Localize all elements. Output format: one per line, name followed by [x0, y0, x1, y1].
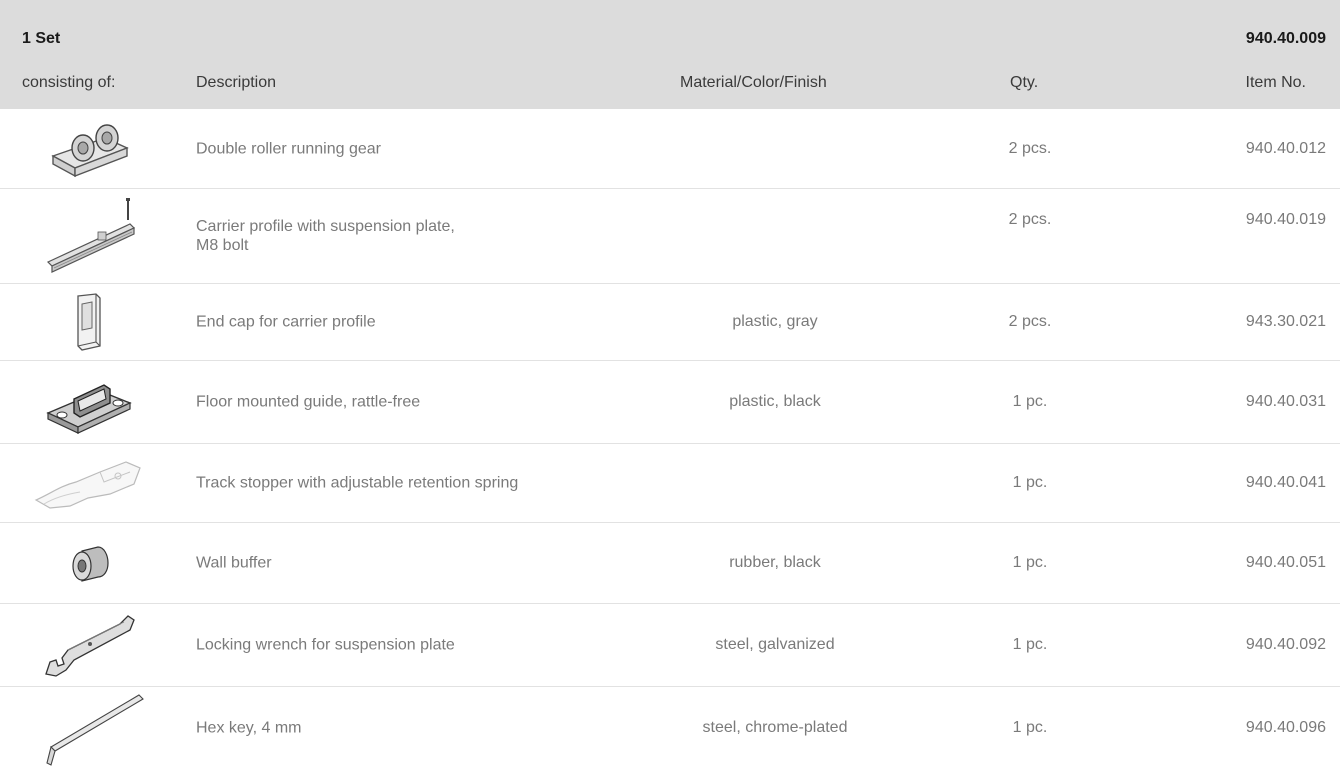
- track-stopper-icon: [30, 444, 150, 522]
- table-row: Carrier profile with suspension plate, M…: [0, 189, 1340, 284]
- row-material: plastic, black: [729, 393, 821, 410]
- table-row: Double roller running gear 2 pcs. 940.40…: [0, 110, 1340, 189]
- row-item-no: 940.40.012: [1245, 140, 1326, 157]
- row-description: Floor mounted guide, rattle-free: [196, 393, 421, 411]
- row-qty: 2 pcs.: [1008, 313, 1052, 330]
- column-header-description: Description: [196, 74, 277, 91]
- row-description: Hex key, 4 mm: [196, 719, 302, 736]
- parts-list-sheet: 1 Set 940.40.009 consisting of: Descript…: [0, 0, 1340, 768]
- row-description: Wall buffer: [196, 554, 272, 572]
- row-item-no: 940.40.019: [1245, 211, 1326, 228]
- row-qty: 1 pc.: [1012, 393, 1048, 410]
- floor-guide-icon: [30, 361, 150, 443]
- double-roller-running-gear-icon: [30, 110, 150, 188]
- row-material: steel, chrome-plated: [702, 718, 848, 736]
- set-item-number: 940.40.009: [1245, 30, 1326, 47]
- wall-buffer-icon: [30, 523, 150, 603]
- row-material: plastic, gray: [732, 313, 818, 330]
- row-material: steel, galvanized: [715, 636, 835, 653]
- table-row: Hex key, 4 mm steel, chrome-plated 1 pc.…: [0, 687, 1340, 768]
- table-row: Track stopper with adjustable retention …: [0, 444, 1340, 523]
- table-row: Locking wrench for suspension plate stee…: [0, 604, 1340, 687]
- row-qty: 1 pc.: [1012, 474, 1048, 491]
- row-material: rubber, black: [729, 554, 821, 571]
- column-header-consisting: consisting of:: [22, 74, 116, 91]
- end-cap-icon: [30, 284, 150, 360]
- locking-wrench-icon: [30, 604, 150, 686]
- row-qty: 1 pc.: [1012, 554, 1048, 571]
- column-header-qty: Qty.: [1010, 74, 1039, 91]
- table-row: Wall buffer rubber, black 1 pc. 940.40.0…: [0, 523, 1340, 604]
- row-qty: 1 pc.: [1012, 636, 1048, 653]
- row-item-no: 940.40.041: [1245, 474, 1326, 491]
- row-item-no: 940.40.092: [1245, 636, 1326, 653]
- set-label: 1 Set: [22, 30, 61, 47]
- hex-key-icon: [30, 687, 150, 768]
- table-row: End cap for carrier profile plastic, gra…: [0, 284, 1340, 361]
- row-description: Double roller running gear: [196, 140, 381, 158]
- row-description: Track stopper with adjustable retention …: [196, 474, 519, 492]
- row-description: Locking wrench for suspension plate: [196, 636, 455, 654]
- row-item-no: 943.30.021: [1245, 313, 1326, 330]
- row-qty: 2 pcs.: [1008, 211, 1052, 228]
- row-item-no: 940.40.031: [1245, 393, 1326, 410]
- row-item-no: 940.40.051: [1245, 554, 1326, 571]
- table-header: 1 Set 940.40.009 consisting of: Descript…: [0, 0, 1340, 109]
- row-qty: 2 pcs.: [1008, 140, 1052, 157]
- column-header-item-no: Item No.: [1245, 74, 1306, 91]
- row-description: End cap for carrier profile: [196, 313, 376, 331]
- carrier-profile-icon: [30, 189, 150, 283]
- row-description: Carrier profile with suspension plate, M…: [196, 217, 646, 255]
- table-row: Floor mounted guide, rattle-free plastic…: [0, 361, 1340, 444]
- row-description-line-2: M8 bolt: [196, 237, 249, 254]
- row-qty: 1 pc.: [1012, 718, 1048, 736]
- column-header-material: Material/Color/Finish: [680, 74, 827, 91]
- row-item-no: 940.40.096: [1245, 718, 1326, 736]
- row-description-line-1: Carrier profile with suspension plate,: [196, 218, 455, 235]
